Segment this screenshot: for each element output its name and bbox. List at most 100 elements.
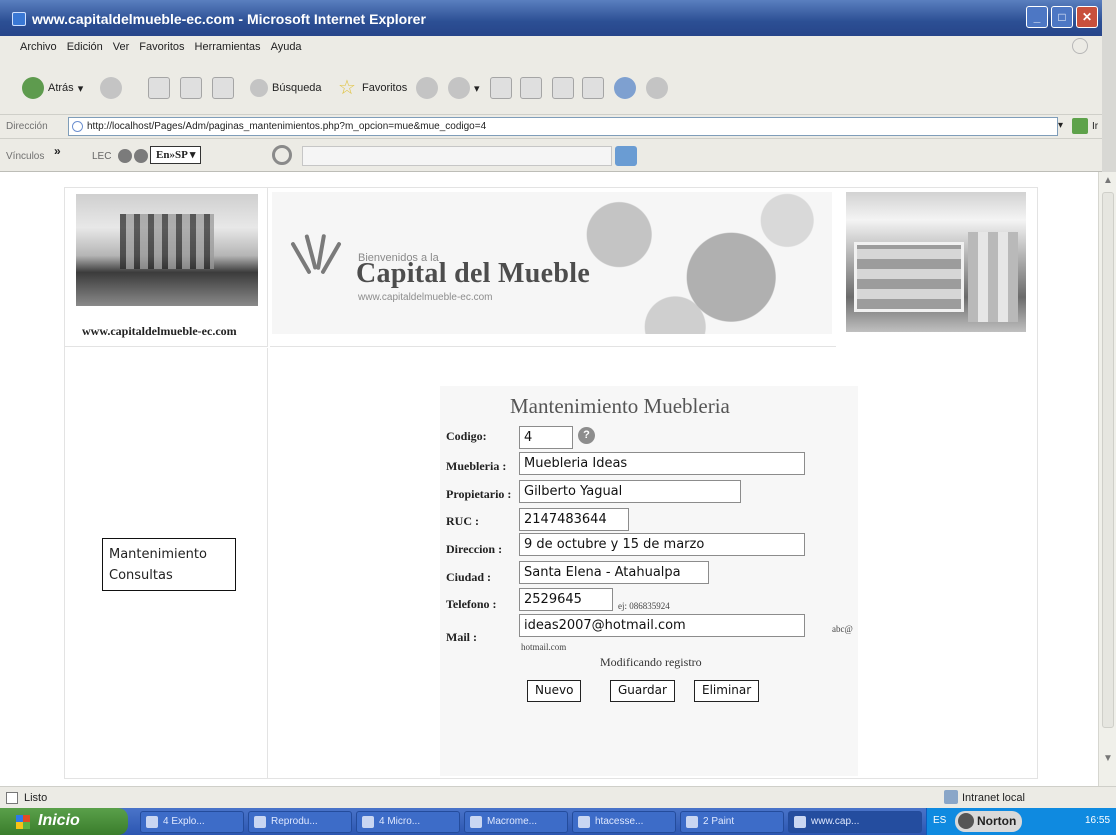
muebleria-input[interactable]: Muebleria Ideas xyxy=(519,452,805,475)
address-input[interactable]: http://localhost/Pages/Adm/paginas_mante… xyxy=(68,117,1058,136)
search-button[interactable]: Búsqueda xyxy=(250,76,322,100)
address-bar: Dirección http://localhost/Pages/Adm/pag… xyxy=(0,114,1102,138)
menu-archivo[interactable]: Archivo xyxy=(20,41,57,53)
zone-text: Intranet local xyxy=(962,792,1025,804)
window-title: www.capitaldelmueble-ec.com - Microsoft … xyxy=(32,11,426,27)
page-icon xyxy=(72,121,83,132)
taskbar-item-ie[interactable]: www.cap... xyxy=(788,811,922,833)
mail-label: Mail : xyxy=(446,630,477,644)
lec-icons[interactable] xyxy=(118,149,148,163)
system-tray: ES Norton 16:55 xyxy=(926,808,1116,835)
save-button[interactable]: Guardar xyxy=(610,680,675,702)
forward-button[interactable] xyxy=(100,76,122,100)
close-button[interactable]: ✕ xyxy=(1076,6,1098,28)
search-go-button[interactable] xyxy=(615,146,637,166)
forward-arrow-icon xyxy=(100,77,122,99)
translate-button[interactable]: En»SP ▾ xyxy=(150,146,202,164)
menu-item-consultas[interactable]: Consultas xyxy=(109,565,229,586)
go-button[interactable]: Ir xyxy=(1092,121,1098,132)
discuss-button[interactable] xyxy=(552,76,574,100)
taskbar-item-paint[interactable]: 2 Paint xyxy=(680,811,784,833)
lec-label: LEC xyxy=(92,151,112,162)
extra-tool-button[interactable] xyxy=(646,76,668,100)
codigo-input[interactable]: 4 xyxy=(519,426,573,449)
telefono-hint: ej: 086835924 xyxy=(618,601,670,611)
history-button[interactable] xyxy=(416,76,438,100)
taskbar-item-explorer[interactable]: 4 Explo... xyxy=(140,811,244,833)
taskbar-item-macromedia[interactable]: Macrome... xyxy=(464,811,568,833)
links-label: Vínculos xyxy=(6,151,45,162)
research-button[interactable] xyxy=(582,76,604,100)
telefono-input[interactable]: 2529645 xyxy=(519,588,613,611)
printer-icon xyxy=(490,77,512,99)
lookup-icon[interactable]: ? xyxy=(578,427,595,444)
menu-edicion[interactable]: Edición xyxy=(67,41,103,53)
home-button[interactable] xyxy=(212,76,234,100)
taskbar-item-word[interactable]: 4 Micro... xyxy=(356,811,460,833)
history-icon xyxy=(416,77,438,99)
print-button[interactable] xyxy=(490,76,512,100)
scroll-down-icon[interactable]: ▼ xyxy=(1101,752,1115,766)
telefono-label: Telefono : xyxy=(446,597,497,611)
bedroom-photo xyxy=(846,192,1026,332)
chevron-more-icon[interactable]: » xyxy=(54,144,61,158)
favorites-button[interactable]: ☆ Favoritos xyxy=(336,76,407,100)
menu-ver[interactable]: Ver xyxy=(113,41,130,53)
banner-url: www.capitaldelmueble-ec.com xyxy=(358,292,493,303)
menu-item-mantenimiento[interactable]: Mantenimiento xyxy=(109,544,229,565)
scroll-thumb[interactable] xyxy=(1102,192,1114,728)
new-button[interactable]: Nuevo xyxy=(527,680,582,702)
back-button[interactable]: Atrás ▾ xyxy=(22,76,83,100)
taskbar-item-htaccess[interactable]: htacesse... xyxy=(572,811,676,833)
minimize-button[interactable]: _ xyxy=(1026,6,1048,28)
status-text: Listo xyxy=(24,792,48,804)
language-indicator[interactable]: ES xyxy=(933,815,946,826)
edit-button[interactable] xyxy=(520,76,542,100)
menu-herramientas[interactable]: Herramientas xyxy=(195,41,261,53)
ciudad-input[interactable]: Santa Elena - Atahualpa xyxy=(519,561,709,584)
magnifier-icon[interactable] xyxy=(272,145,292,165)
banner-title: Capital del Mueble xyxy=(356,258,591,289)
taskbar: Inicio 4 Explo... Reprodu... 4 Micro... … xyxy=(0,808,1116,835)
brand-logo-icon xyxy=(290,232,342,280)
mail-icon xyxy=(448,77,470,99)
window-titlebar[interactable]: www.capitaldelmueble-ec.com - Microsoft … xyxy=(0,0,1102,36)
mail-hint-domain: hotmail.com xyxy=(521,642,567,652)
stop-icon xyxy=(148,77,170,99)
intranet-zone-icon xyxy=(944,790,958,804)
menu-ayuda[interactable]: Ayuda xyxy=(271,41,302,53)
messenger-icon xyxy=(614,77,636,99)
norton-icon[interactable]: Norton xyxy=(955,811,1023,832)
scroll-up-icon[interactable]: ▲ xyxy=(1101,174,1115,188)
discuss-icon xyxy=(552,77,574,99)
refresh-button[interactable] xyxy=(180,76,202,100)
address-url: http://localhost/Pages/Adm/paginas_mante… xyxy=(87,121,487,132)
taskbar-item-player[interactable]: Reprodu... xyxy=(248,811,352,833)
form-title: Mantenimiento Muebleria xyxy=(510,394,730,418)
search-icon xyxy=(250,79,268,97)
address-dropdown-icon[interactable]: ▾ xyxy=(1058,120,1063,131)
windows-logo-icon xyxy=(1072,38,1088,54)
codigo-label: Codigo: xyxy=(446,429,487,443)
go-arrow-icon[interactable] xyxy=(1072,118,1088,134)
ruc-input[interactable]: 2147483644 xyxy=(519,508,629,531)
mail-button[interactable]: ▾ xyxy=(448,76,480,100)
maximize-button[interactable]: □ xyxy=(1051,6,1073,28)
direccion-input[interactable]: 9 de octubre y 15 de marzo xyxy=(519,533,805,556)
ie-icon xyxy=(12,12,26,26)
start-button[interactable]: Inicio xyxy=(0,808,128,835)
stop-button[interactable] xyxy=(148,76,170,100)
document-icon xyxy=(6,792,18,804)
delete-button[interactable]: Eliminar xyxy=(694,680,760,702)
side-menu: Mantenimiento Consultas xyxy=(102,538,236,591)
vertical-scrollbar[interactable]: ▲ ▼ xyxy=(1098,172,1116,786)
standard-toolbar: Atrás ▾ Búsqueda ☆ Favoritos ▾ xyxy=(0,58,1102,114)
menu-favoritos[interactable]: Favoritos xyxy=(139,41,184,53)
propietario-input[interactable]: Gilberto Yagual xyxy=(519,480,741,503)
people-icon xyxy=(646,77,668,99)
messenger-button[interactable] xyxy=(614,76,636,100)
dining-room-photo xyxy=(76,194,258,306)
mail-hint: abc@ xyxy=(832,624,853,634)
mail-input[interactable]: ideas2007@hotmail.com xyxy=(519,614,805,637)
toolbar-search-input[interactable] xyxy=(302,146,612,166)
